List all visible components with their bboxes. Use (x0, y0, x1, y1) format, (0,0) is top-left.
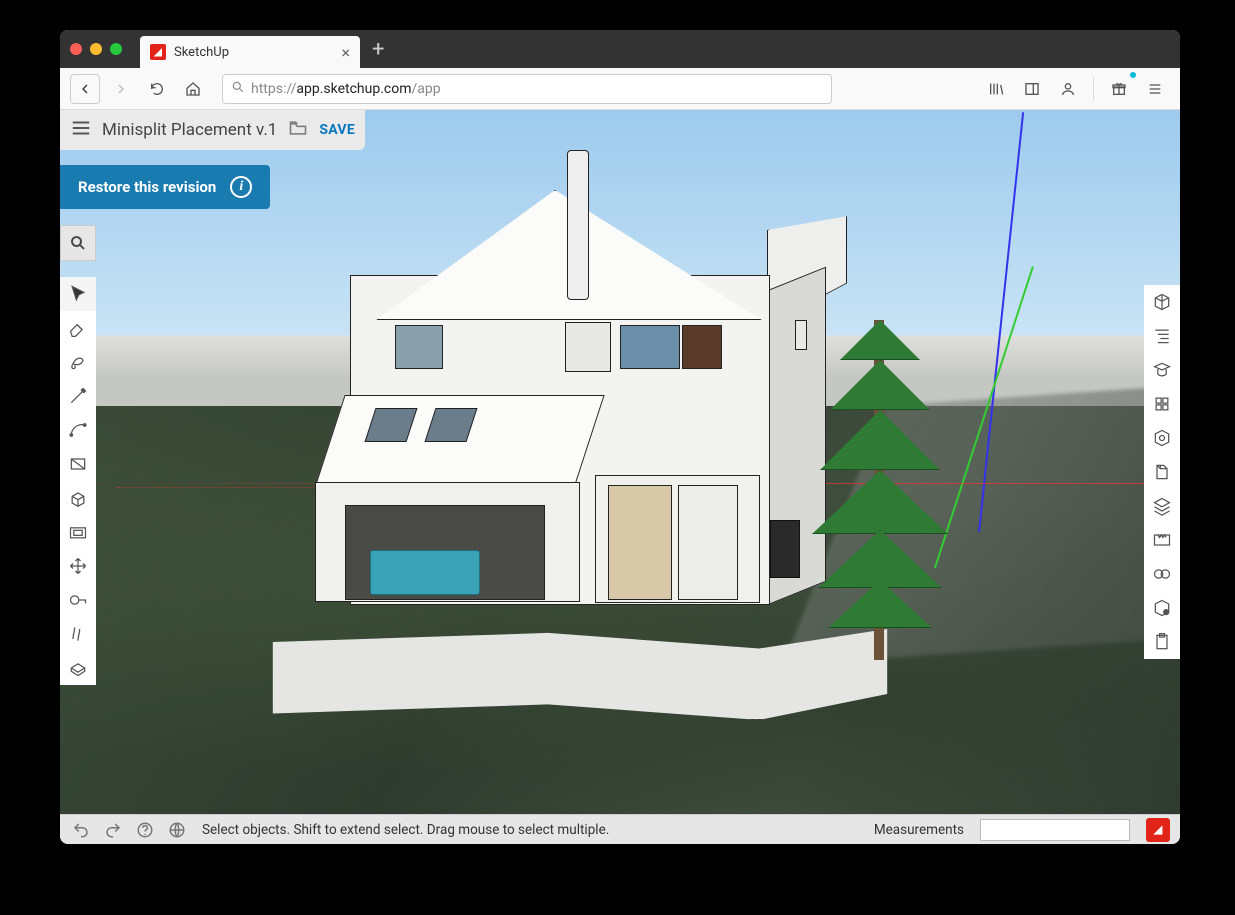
minimize-window-button[interactable] (90, 43, 102, 55)
sketchup-logo-icon[interactable]: ◢ (1146, 818, 1170, 842)
redo-button[interactable] (102, 819, 124, 841)
browser-tab[interactable]: ◢ SketchUp × (140, 36, 360, 68)
arc-tool[interactable] (60, 413, 96, 447)
restore-label: Restore this revision (78, 178, 216, 196)
paint-tool[interactable] (60, 345, 96, 379)
back-button[interactable] (70, 74, 100, 104)
tree-model (800, 260, 960, 680)
warehouse-panel[interactable] (1144, 421, 1180, 455)
eraser-tool[interactable] (60, 311, 96, 345)
offset-tool[interactable] (60, 515, 96, 549)
shadows-panel[interactable] (1144, 591, 1180, 625)
new-tab-button[interactable]: + (360, 37, 396, 62)
reload-button[interactable] (142, 74, 172, 104)
app-header: Minisplit Placement v.1 SAVE (60, 110, 365, 150)
language-button[interactable] (166, 819, 188, 841)
search-icon (231, 80, 245, 98)
status-hint: Select objects. Shift to extend select. … (202, 822, 609, 838)
undo-button[interactable] (70, 819, 92, 841)
line-tool[interactable] (60, 379, 96, 413)
info-icon[interactable]: i (230, 176, 252, 198)
layers-panel[interactable] (1144, 489, 1180, 523)
forward-button[interactable] (106, 74, 136, 104)
browser-tab-bar: ◢ SketchUp × + (60, 30, 1180, 68)
window-controls (70, 43, 122, 55)
restore-revision-banner[interactable]: Restore this revision i (60, 165, 270, 209)
document-title: Minisplit Placement v.1 (102, 120, 277, 140)
measurements-label: Measurements (874, 822, 964, 838)
scenes-panel[interactable] (1144, 523, 1180, 557)
instructor-panel[interactable] (1144, 353, 1180, 387)
menu-button[interactable] (70, 117, 92, 143)
address-bar[interactable]: https://app.sketchup.com/app (222, 74, 832, 104)
library-icon[interactable] (981, 74, 1011, 104)
measurements-input[interactable] (980, 819, 1130, 841)
move-tool[interactable] (60, 549, 96, 583)
sketchup-favicon: ◢ (150, 44, 166, 60)
account-icon[interactable] (1053, 74, 1083, 104)
components-panel[interactable] (1144, 387, 1180, 421)
clipboard-panel[interactable] (1144, 625, 1180, 659)
browser-toolbar: https://app.sketchup.com/app (60, 68, 1180, 110)
tab-close-icon[interactable]: × (341, 43, 350, 62)
3d-viewport[interactable] (60, 110, 1180, 814)
section-tool[interactable] (60, 651, 96, 685)
maximize-window-button[interactable] (110, 43, 122, 55)
left-toolbar (60, 225, 96, 685)
select-tool[interactable] (60, 277, 96, 311)
model-info-panel[interactable] (1144, 285, 1180, 319)
status-bar: Select objects. Shift to extend select. … (60, 814, 1180, 844)
materials-panel[interactable] (1144, 455, 1180, 489)
tape-tool[interactable] (60, 583, 96, 617)
pushpull-tool[interactable] (60, 481, 96, 515)
walk-tool[interactable] (60, 617, 96, 651)
close-window-button[interactable] (70, 43, 82, 55)
outliner-panel[interactable] (1144, 319, 1180, 353)
folder-icon[interactable] (287, 118, 309, 142)
browser-window: ◢ SketchUp × + https://app.sketchup.com/… (60, 30, 1180, 844)
home-button[interactable] (178, 74, 208, 104)
display-panel[interactable] (1144, 557, 1180, 591)
right-toolbar (1144, 285, 1180, 659)
search-tool-button[interactable] (60, 225, 96, 261)
url-text: https://app.sketchup.com/app (251, 81, 441, 97)
save-button[interactable]: SAVE (319, 122, 355, 138)
help-button[interactable] (134, 819, 156, 841)
rectangle-tool[interactable] (60, 447, 96, 481)
tab-title: SketchUp (174, 45, 229, 60)
whatsnew-icon[interactable] (1104, 74, 1134, 104)
sidebar-icon[interactable] (1017, 74, 1047, 104)
menu-icon[interactable] (1140, 74, 1170, 104)
